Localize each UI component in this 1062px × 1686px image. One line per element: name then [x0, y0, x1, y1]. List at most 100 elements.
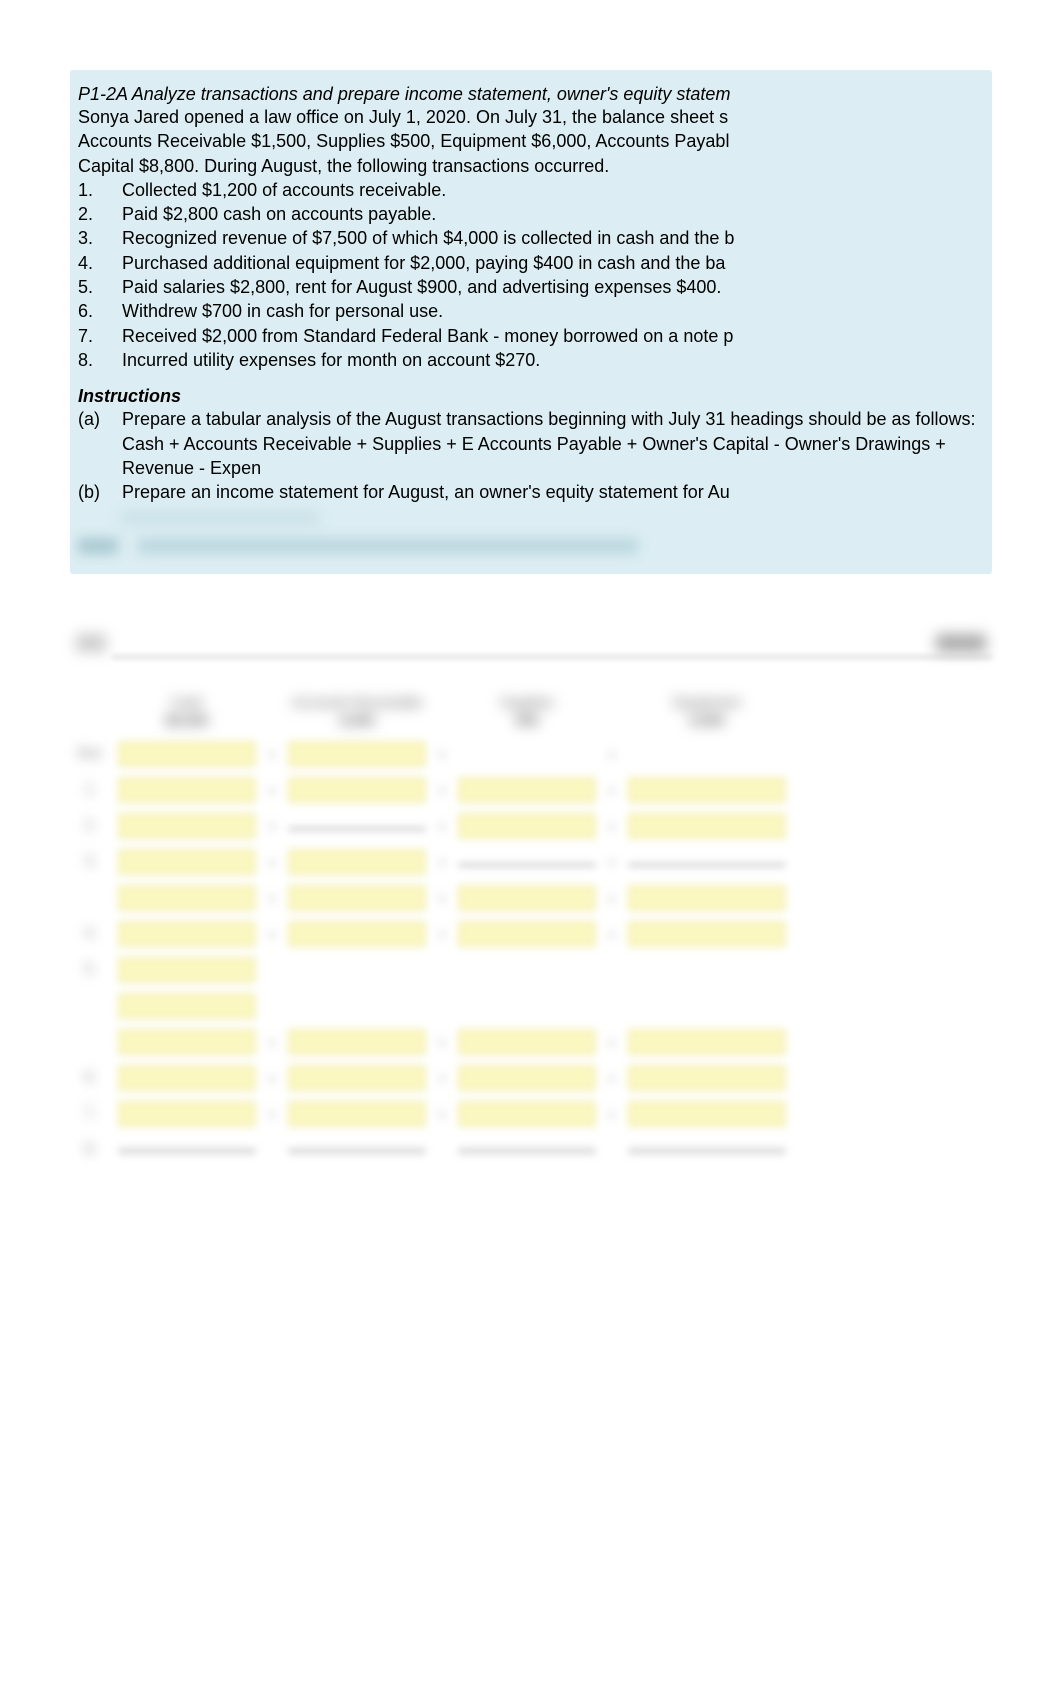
answer-cell[interactable]: [458, 1029, 596, 1055]
problem-block: P1-2A Analyze transactions and prepare i…: [70, 70, 992, 574]
answer-cell[interactable]: [118, 777, 256, 803]
answer-cell[interactable]: [628, 921, 786, 947]
total-line: [628, 1147, 786, 1153]
answer-cell[interactable]: [458, 777, 596, 803]
row-label: 4.: [70, 925, 112, 943]
answer-cell[interactable]: [288, 741, 426, 767]
blurred-note-row: [78, 538, 984, 554]
total-line: [118, 1147, 256, 1153]
answer-cell[interactable]: [458, 1065, 596, 1091]
answer-cell[interactable]: [118, 1065, 256, 1091]
instruction-label: (a): [78, 407, 122, 480]
operator: +: [602, 1034, 622, 1050]
transaction-row: 1. Collected $1,200 of accounts receivab…: [78, 178, 984, 202]
instruction-text: Prepare an income statement for August, …: [122, 480, 984, 504]
operator: +: [262, 782, 282, 798]
operator: +: [602, 1070, 622, 1086]
transaction-number: 5.: [78, 275, 122, 299]
transaction-text: Collected $1,200 of accounts receivable.: [122, 178, 984, 202]
answer-cell[interactable]: [118, 993, 256, 1019]
table-row: 4. + + +: [70, 916, 992, 952]
answer-cell[interactable]: [118, 1101, 256, 1127]
operator: +: [432, 1034, 452, 1050]
answer-cell[interactable]: [288, 1065, 426, 1091]
operator: +: [262, 1034, 282, 1050]
answer-cell[interactable]: [628, 1029, 786, 1055]
operator: +: [602, 782, 622, 798]
transaction-row: 5. Paid salaries $2,800, rent for August…: [78, 275, 984, 299]
problem-intro-line: Accounts Receivable $1,500, Supplies $50…: [70, 129, 992, 153]
operator: +: [262, 854, 282, 870]
table-row: + + +: [70, 880, 992, 916]
transaction-text: Paid $2,800 cash on accounts payable.: [122, 202, 984, 226]
transaction-row: 8. Incurred utility expenses for month o…: [78, 348, 984, 372]
table-row: 8.: [70, 1132, 992, 1168]
transaction-number: 6.: [78, 299, 122, 323]
answer-cell[interactable]: [458, 921, 596, 947]
column-header-ar: Accounts Receivable0,000: [282, 694, 432, 728]
answer-cell[interactable]: [118, 849, 256, 875]
operator: +: [262, 890, 282, 906]
subtotal-line: [628, 862, 786, 866]
answer-cell[interactable]: [288, 1101, 426, 1127]
answer-cell[interactable]: [118, 1029, 256, 1055]
table-column-headers: Cash$0,000 Accounts Receivable0,000 Supp…: [70, 694, 992, 728]
table-row: 1. + + +: [70, 772, 992, 808]
table-body: Bal. + + + 1. + + + 2. + +: [70, 736, 992, 1168]
transaction-row: 2. Paid $2,800 cash on accounts payable.: [78, 202, 984, 226]
operator: +: [602, 746, 622, 762]
row-label: 8.: [70, 1141, 112, 1159]
transaction-list: 1. Collected $1,200 of accounts receivab…: [70, 178, 992, 372]
operator: +: [602, 854, 622, 870]
answer-cell[interactable]: [288, 777, 426, 803]
subtotal-line: [458, 862, 596, 866]
row-label: 2.: [70, 817, 112, 835]
instructions-heading: Instructions: [70, 372, 992, 407]
row-label: 7.: [70, 1105, 112, 1123]
transaction-number: 2.: [78, 202, 122, 226]
problem-intro-line: Sonya Jared opened a law office on July …: [70, 105, 992, 129]
answer-cell[interactable]: [458, 813, 596, 839]
instruction-row: (a) Prepare a tabular analysis of the Au…: [70, 407, 992, 480]
transaction-number: 1.: [78, 178, 122, 202]
instruction-label: (b): [78, 480, 122, 504]
row-label: 5.: [70, 961, 112, 979]
table-row: 2. + + +: [70, 808, 992, 844]
answer-cell[interactable]: [118, 813, 256, 839]
blurred-content: [138, 538, 638, 554]
transaction-row: 7. Received $2,000 from Standard Federal…: [78, 324, 984, 348]
answer-cell[interactable]: [628, 1065, 786, 1091]
answer-cell[interactable]: [628, 777, 786, 803]
blurred-content: [936, 634, 986, 652]
subtotal-line: [288, 826, 426, 830]
operator: +: [262, 1106, 282, 1122]
transaction-text: Withdrew $700 in cash for personal use.: [122, 299, 984, 323]
transaction-text: Received $2,000 from Standard Federal Ba…: [122, 324, 984, 348]
answer-cell[interactable]: [288, 1029, 426, 1055]
operator: +: [262, 818, 282, 834]
row-label: 6.: [70, 1069, 112, 1087]
answer-cell[interactable]: [628, 885, 786, 911]
answer-cell[interactable]: [628, 813, 786, 839]
operator: +: [262, 746, 282, 762]
spacer-cell: [628, 957, 786, 983]
table-row: Bal. + + +: [70, 736, 992, 772]
answer-cell[interactable]: [118, 921, 256, 947]
answer-cell[interactable]: [288, 849, 426, 875]
table-rule: [112, 656, 992, 658]
column-header-supplies: Supplies000: [452, 694, 602, 728]
answer-cell[interactable]: [458, 885, 596, 911]
answer-cell[interactable]: [118, 957, 256, 983]
answer-cell[interactable]: [288, 921, 426, 947]
operator: +: [602, 818, 622, 834]
answer-cell[interactable]: [458, 1101, 596, 1127]
transaction-number: 7.: [78, 324, 122, 348]
answer-cell[interactable]: [288, 885, 426, 911]
table-row: 6. + + +: [70, 1060, 992, 1096]
transaction-row: 4. Purchased additional equipment for $2…: [78, 251, 984, 275]
answer-cell[interactable]: [118, 741, 256, 767]
table-row: 3. + + +: [70, 844, 992, 880]
answer-cell[interactable]: [628, 1101, 786, 1127]
answer-cell[interactable]: [118, 885, 256, 911]
blurred-content: [76, 634, 106, 652]
